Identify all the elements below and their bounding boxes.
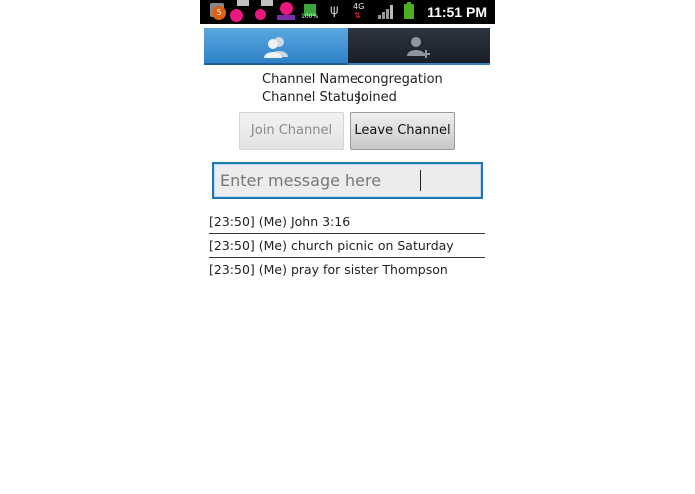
channel-status-value: Joined [357, 90, 397, 105]
tab-contacts[interactable] [204, 28, 348, 65]
notification-tag-icon [261, 0, 273, 6]
network-type: 4G [353, 2, 365, 11]
phone-screen: 5 100% ψ 4G ⇅ 11:51 PM Channel Name: con… [200, 0, 495, 494]
battery-percent: 100% [301, 13, 319, 20]
contacts-icon [264, 37, 288, 58]
tab-bar [204, 28, 490, 65]
leave-channel-button[interactable]: Leave Channel [350, 112, 455, 150]
message-item: [23:50] (Me) church picnic on Saturday [209, 234, 485, 258]
add-contact-icon [407, 37, 430, 58]
channel-name-label: Channel Name: [262, 72, 363, 87]
notification-tag-icon [237, 0, 249, 6]
notification-icon[interactable] [255, 9, 266, 20]
notification-icon[interactable] [280, 2, 293, 15]
text-cursor [420, 170, 421, 191]
message-item: [23:50] (Me) pray for sister Thompson [209, 262, 448, 277]
join-channel-button[interactable]: Join Channel [239, 112, 344, 150]
notification-icon[interactable] [230, 9, 243, 22]
message-item: [23:50] (Me) John 3:16 [209, 210, 485, 234]
signal-icon [378, 5, 393, 19]
message-list: [23:50] (Me) John 3:16 [23:50] (Me) chur… [209, 210, 485, 281]
channel-name-value: congregation [357, 72, 443, 87]
data-activity-icon: ⇅ [354, 11, 361, 20]
tab-add-contact[interactable] [348, 28, 490, 65]
battery-icon [404, 2, 414, 19]
notification-count-badge: 5 [212, 6, 226, 20]
usb-icon: ψ [330, 3, 339, 18]
message-input[interactable] [212, 162, 483, 199]
status-bar: 5 100% ψ 4G ⇅ 11:51 PM [200, 0, 495, 24]
channel-status-label: Channel Status: [262, 90, 366, 105]
clock: 11:51 PM [427, 4, 487, 20]
notification-app-label-icon [277, 15, 295, 20]
